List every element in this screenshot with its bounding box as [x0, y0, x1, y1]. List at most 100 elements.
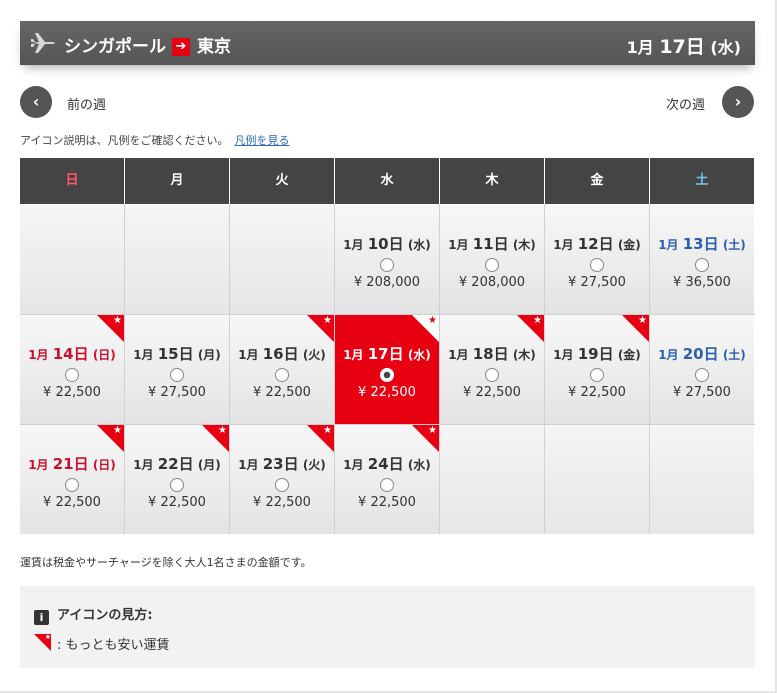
prev-week-button[interactable]: ‹: [20, 86, 52, 118]
calendar-cell-selected[interactable]: ★ 1月 17日 (水) ¥ 22,500: [335, 315, 439, 424]
calendar-cell[interactable]: 1月 12日 (金) ¥ 27,500: [545, 205, 649, 314]
cell-date: 1月 16日 (火): [230, 343, 334, 364]
cell-day: 10日: [367, 235, 404, 253]
info-icon: i: [34, 610, 49, 625]
star-icon: ★: [323, 315, 332, 326]
calendar-cell[interactable]: ★ 1月 21日 (日) ¥ 22,500: [20, 425, 124, 534]
cell-price: ¥ 22,500: [253, 385, 311, 400]
fare-radio[interactable]: [65, 478, 79, 492]
grid-divider: [124, 204, 125, 534]
fare-radio[interactable]: [380, 258, 394, 272]
fare-radio[interactable]: [275, 478, 289, 492]
weekday-header-1: 月: [125, 158, 229, 204]
cell-day: 13日: [682, 235, 719, 253]
fare-radio[interactable]: [170, 368, 184, 382]
header-weekday: (水): [710, 38, 741, 57]
calendar-cell-empty: [20, 205, 124, 314]
chevron-right-icon: ›: [734, 92, 742, 111]
calendar-cell-empty: [125, 205, 229, 314]
calendar-cell[interactable]: 1月 13日 (土) ¥ 36,500: [650, 205, 754, 314]
calendar-cell[interactable]: 1月 15日 (月) ¥ 27,500: [125, 315, 229, 424]
calendar-cell[interactable]: ★ 1月 18日 (木) ¥ 22,500: [440, 315, 544, 424]
calendar-cell[interactable]: 1月 11日 (木) ¥ 208,000: [440, 205, 544, 314]
cell-month: 1月: [343, 238, 364, 252]
cell-date: 1月 22日 (月): [125, 453, 229, 474]
fare-radio[interactable]: [485, 368, 499, 382]
calendar-cell[interactable]: 1月 10日 (水) ¥ 208,000: [335, 205, 439, 314]
grid-divider: [229, 204, 230, 534]
cell-date: 1月 18日 (木): [440, 343, 544, 364]
fare-radio[interactable]: [380, 478, 394, 492]
prev-week-label[interactable]: 前の週: [67, 94, 106, 113]
cell-month: 1月: [28, 348, 49, 362]
cell-weekday: (月): [197, 458, 221, 472]
cell-month: 1月: [343, 458, 364, 472]
calendar-cell[interactable]: ★ 1月 24日 (水) ¥ 22,500: [335, 425, 439, 534]
cheapest-flag-icon: ★: [307, 425, 334, 452]
weekday-header-6: 土: [650, 158, 754, 204]
cell-weekday: (火): [302, 458, 326, 472]
cell-price: ¥ 22,500: [358, 495, 416, 510]
next-week-button[interactable]: ›: [722, 86, 754, 118]
cell-month: 1月: [553, 238, 574, 252]
cell-weekday: (水): [407, 458, 431, 472]
fare-radio[interactable]: [590, 258, 604, 272]
cell-day: 14日: [52, 345, 89, 363]
fare-radio[interactable]: [695, 258, 709, 272]
star-icon: ★: [113, 425, 122, 436]
cell-day: 24日: [367, 455, 404, 473]
icon-note: アイコン説明は、凡例をご確認ください。 凡例を見る: [20, 132, 289, 148]
cell-month: 1月: [448, 348, 469, 362]
star-icon: ★: [428, 425, 437, 436]
calendar-cell[interactable]: 1月 20日 (土) ¥ 27,500: [650, 315, 754, 424]
cell-price: ¥ 22,500: [43, 495, 101, 510]
cheapest-flag-icon: ★: [202, 425, 229, 452]
fare-radio[interactable]: [170, 478, 184, 492]
cheapest-flag-icon: ★: [97, 425, 124, 452]
fare-radio[interactable]: [590, 368, 604, 382]
cell-month: 1月: [28, 458, 49, 472]
cell-price: ¥ 22,500: [358, 385, 416, 400]
cell-date: 1月 20日 (土): [650, 343, 754, 364]
fare-radio[interactable]: [695, 368, 709, 382]
cell-month: 1月: [133, 348, 154, 362]
cell-weekday: (土): [722, 348, 746, 362]
cell-day: 18日: [472, 345, 509, 363]
cell-day: 23日: [262, 455, 299, 473]
cell-day: 22日: [157, 455, 194, 473]
cell-date: 1月 17日 (水): [335, 343, 439, 364]
cheapest-flag-icon: ★: [307, 315, 334, 342]
cell-price: ¥ 27,500: [568, 275, 626, 290]
cell-price: ¥ 36,500: [673, 275, 731, 290]
cell-month: 1月: [133, 458, 154, 472]
calendar-cell[interactable]: ★ 1月 23日 (火) ¥ 22,500: [230, 425, 334, 534]
cell-day: 12日: [577, 235, 614, 253]
fare-radio[interactable]: [275, 368, 289, 382]
calendar-cell[interactable]: ★ 1月 14日 (日) ¥ 22,500: [20, 315, 124, 424]
cell-price: ¥ 208,000: [353, 275, 421, 290]
legend-title: i アイコンの見方:: [34, 604, 153, 625]
calendar-cell[interactable]: ★ 1月 19日 (金) ¥ 22,500: [545, 315, 649, 424]
cell-day: 17日: [367, 345, 404, 363]
chevron-left-icon: ‹: [32, 92, 40, 111]
grid-divider: [544, 204, 545, 534]
cheapest-flag-icon: ★: [412, 315, 439, 342]
plane-icon: [31, 33, 55, 53]
cheapest-flag-icon: ★: [34, 633, 51, 651]
cell-weekday: (木): [512, 348, 536, 362]
cell-date: 1月 13日 (土): [650, 233, 754, 254]
weekday-header-0: 日: [20, 158, 124, 204]
fare-radio[interactable]: [485, 258, 499, 272]
legend-link[interactable]: 凡例を見る: [234, 134, 289, 147]
next-week-label[interactable]: 次の週: [666, 94, 705, 113]
legend-box: i アイコンの見方: ★: もっとも安い運賃: [20, 586, 755, 668]
calendar-cell[interactable]: ★ 1月 22日 (月) ¥ 22,500: [125, 425, 229, 534]
fare-radio-selected[interactable]: [380, 368, 394, 382]
cell-date: 1月 11日 (木): [440, 233, 544, 254]
cell-date: 1月 23日 (火): [230, 453, 334, 474]
cell-day: 19日: [577, 345, 614, 363]
star-icon: ★: [44, 633, 51, 641]
cell-weekday: (金): [617, 238, 641, 252]
fare-radio[interactable]: [65, 368, 79, 382]
calendar-cell[interactable]: ★ 1月 16日 (火) ¥ 22,500: [230, 315, 334, 424]
